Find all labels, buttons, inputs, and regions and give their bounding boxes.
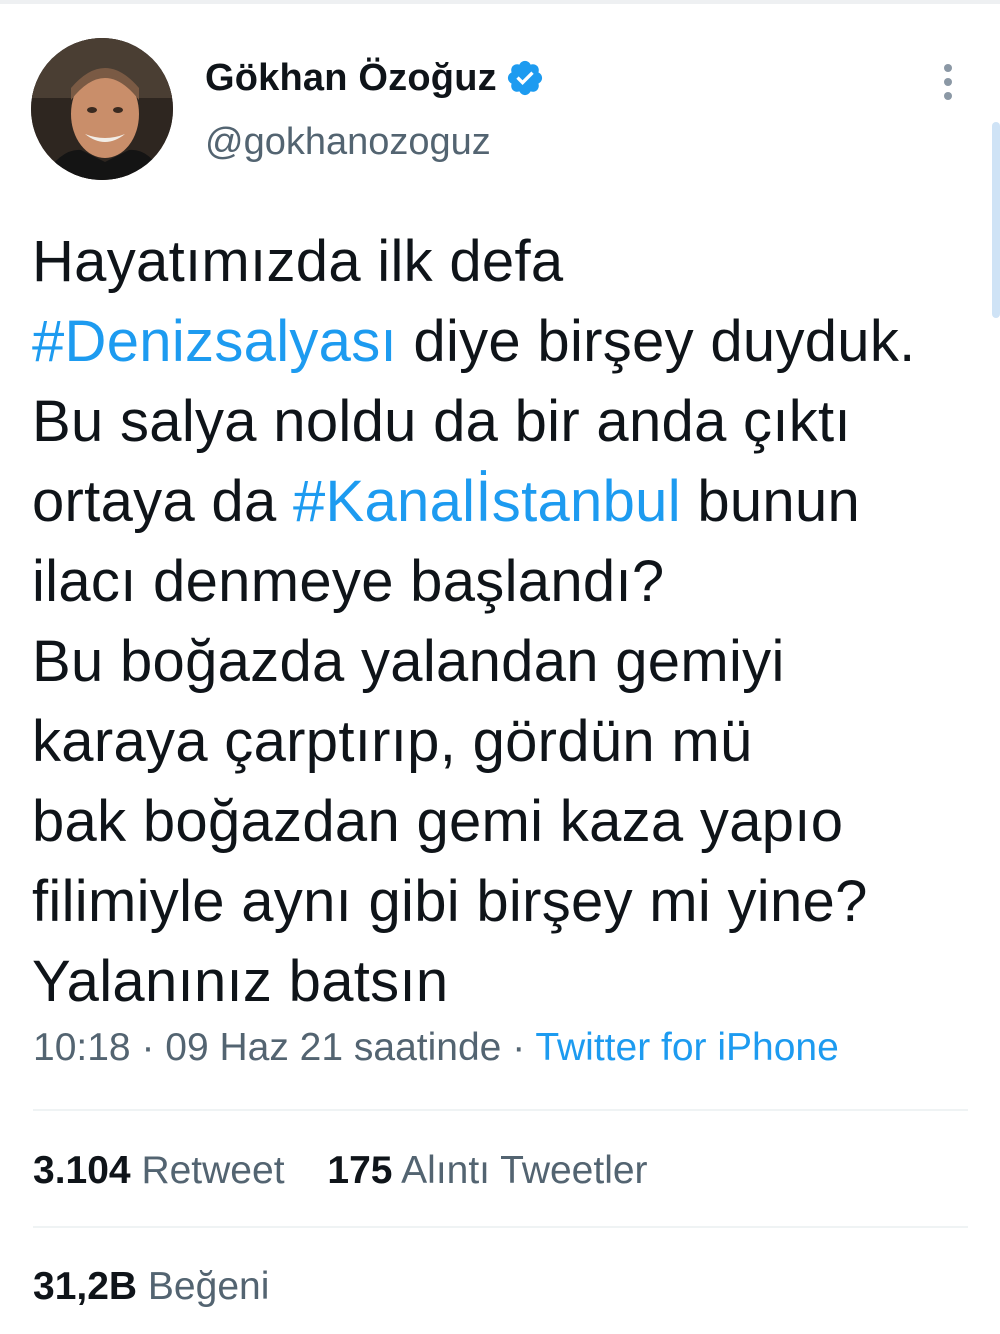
tweet-text-line: Yalanınız batsın — [32, 942, 987, 1022]
retweets-stat[interactable]: 3.104 Retweet — [33, 1149, 285, 1193]
author-handle[interactable]: @gokhanozoguz — [205, 121, 491, 164]
author-name-row[interactable]: Gökhan Özoğuz — [205, 52, 545, 104]
hashtag-link[interactable]: #Kanalİstanbul — [293, 469, 681, 534]
tweet-text-segment: Bu salya noldu da bir anda çıktı — [32, 389, 851, 454]
tweet-text-line: Bu boğazda yalandan gemiyi — [32, 622, 987, 702]
quotes-stat[interactable]: 175 Alıntı Tweetler — [327, 1149, 647, 1193]
tweet-text-line: #Denizsalyası diye birşey duyduk. — [32, 302, 987, 382]
tweet-text-line: karaya çarptırıp, gördün mü — [32, 702, 987, 782]
hashtag-link[interactable]: #Denizsalyası — [32, 309, 397, 374]
retweets-label: Retweet — [141, 1149, 285, 1192]
stats-row: 3.104 Retweet 175 Alıntı Tweetler — [33, 1149, 648, 1193]
tweet-text-segment: filimiyle aynı gibi birşey mi yine? — [32, 869, 868, 934]
divider — [33, 1109, 968, 1111]
tweet-text-segment: Hayatımızda ilk defa — [32, 229, 564, 294]
tweet-date[interactable]: 09 Haz 21 saatinde — [165, 1026, 501, 1069]
scrollbar[interactable] — [992, 122, 1000, 318]
tweet-text-line: filimiyle aynı gibi birşey mi yine? — [32, 862, 987, 942]
tweet-text-segment: karaya çarptırıp, gördün mü — [32, 709, 753, 774]
quotes-count: 175 — [327, 1149, 393, 1192]
avatar[interactable] — [31, 38, 173, 180]
tweet-time[interactable]: 10:18 — [33, 1026, 131, 1069]
tweet-meta: 10:18 · 09 Haz 21 saatinde · Twitter for… — [33, 1026, 839, 1070]
tweet-text-line: ortaya da #Kanalİstanbul bunun — [32, 462, 987, 542]
retweets-count: 3.104 — [33, 1149, 131, 1192]
tweet-source-link[interactable]: Twitter for iPhone — [535, 1026, 838, 1069]
tweet-text-segment: diye birşey duyduk. — [396, 309, 916, 374]
meta-separator: · — [130, 1026, 166, 1069]
verified-badge-icon — [505, 58, 545, 98]
tweet-text: Hayatımızda ilk defa #Denizsalyası diye b… — [32, 222, 987, 1022]
likes-count: 31,2B — [33, 1265, 138, 1308]
tweet-text-line: Hayatımızda ilk defa — [32, 222, 987, 302]
tweet-text-line: ilacı denmeye başlandı? — [32, 542, 987, 622]
more-vertical-icon[interactable] — [938, 62, 958, 102]
avatar-photo — [31, 38, 173, 180]
display-name[interactable]: Gökhan Özoğuz — [205, 57, 497, 100]
tweet-text-segment: bunun — [680, 469, 861, 534]
likes-stat[interactable]: 31,2B Beğeni — [33, 1265, 269, 1309]
tweet-text-segment: ilacı denmeye başlandı? — [32, 549, 665, 614]
divider — [33, 1226, 968, 1228]
tweet-text-line: bak boğazdan gemi kaza yapıo — [32, 782, 987, 862]
quotes-label: Alıntı Tweetler — [401, 1149, 648, 1192]
tweet-text-segment: ortaya da — [32, 469, 293, 534]
top-divider — [0, 0, 1000, 4]
likes-row: 31,2B Beğeni — [33, 1265, 269, 1309]
tweet-text-line: Bu salya noldu da bir anda çıktı — [32, 382, 987, 462]
tweet-text-segment: Yalanınız batsın — [32, 949, 449, 1014]
tweet-text-segment: Bu boğazda yalandan gemiyi — [32, 629, 785, 694]
tweet-text-segment: bak boğazdan gemi kaza yapıo — [32, 789, 844, 854]
likes-label: Beğeni — [147, 1265, 270, 1308]
meta-separator: · — [501, 1026, 536, 1069]
